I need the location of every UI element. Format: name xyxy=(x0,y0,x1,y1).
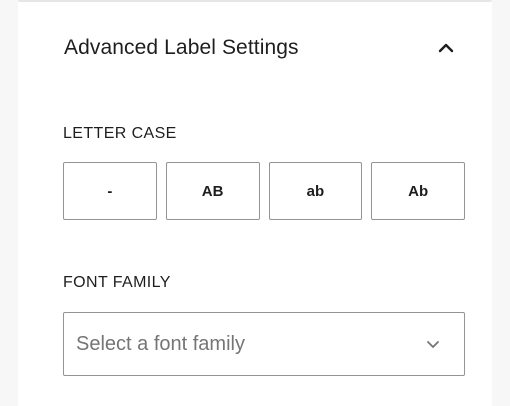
letter-case-button-group: - AB ab Ab xyxy=(63,162,465,220)
letter-case-uppercase-button[interactable]: AB xyxy=(165,162,260,220)
font-family-label: FONT FAMILY xyxy=(63,274,171,291)
advanced-label-settings-toggle[interactable]: Advanced Label Settings xyxy=(18,22,492,74)
letter-case-lowercase-button[interactable]: ab xyxy=(268,162,363,220)
letter-case-capitalize-button[interactable]: Ab xyxy=(371,162,465,220)
panel-top-divider xyxy=(18,0,492,2)
section-title: Advanced Label Settings xyxy=(64,36,299,59)
font-family-select[interactable]: Select a font family xyxy=(63,312,465,376)
letter-case-label: LETTER CASE xyxy=(63,125,177,142)
chevron-up-icon[interactable] xyxy=(436,38,456,58)
settings-sidebar: Advanced Label Settings LETTER CASE - AB… xyxy=(0,0,510,406)
chevron-down-icon xyxy=(424,335,442,353)
font-family-placeholder: Select a font family xyxy=(76,332,245,355)
letter-case-none-button[interactable]: - xyxy=(63,162,157,220)
